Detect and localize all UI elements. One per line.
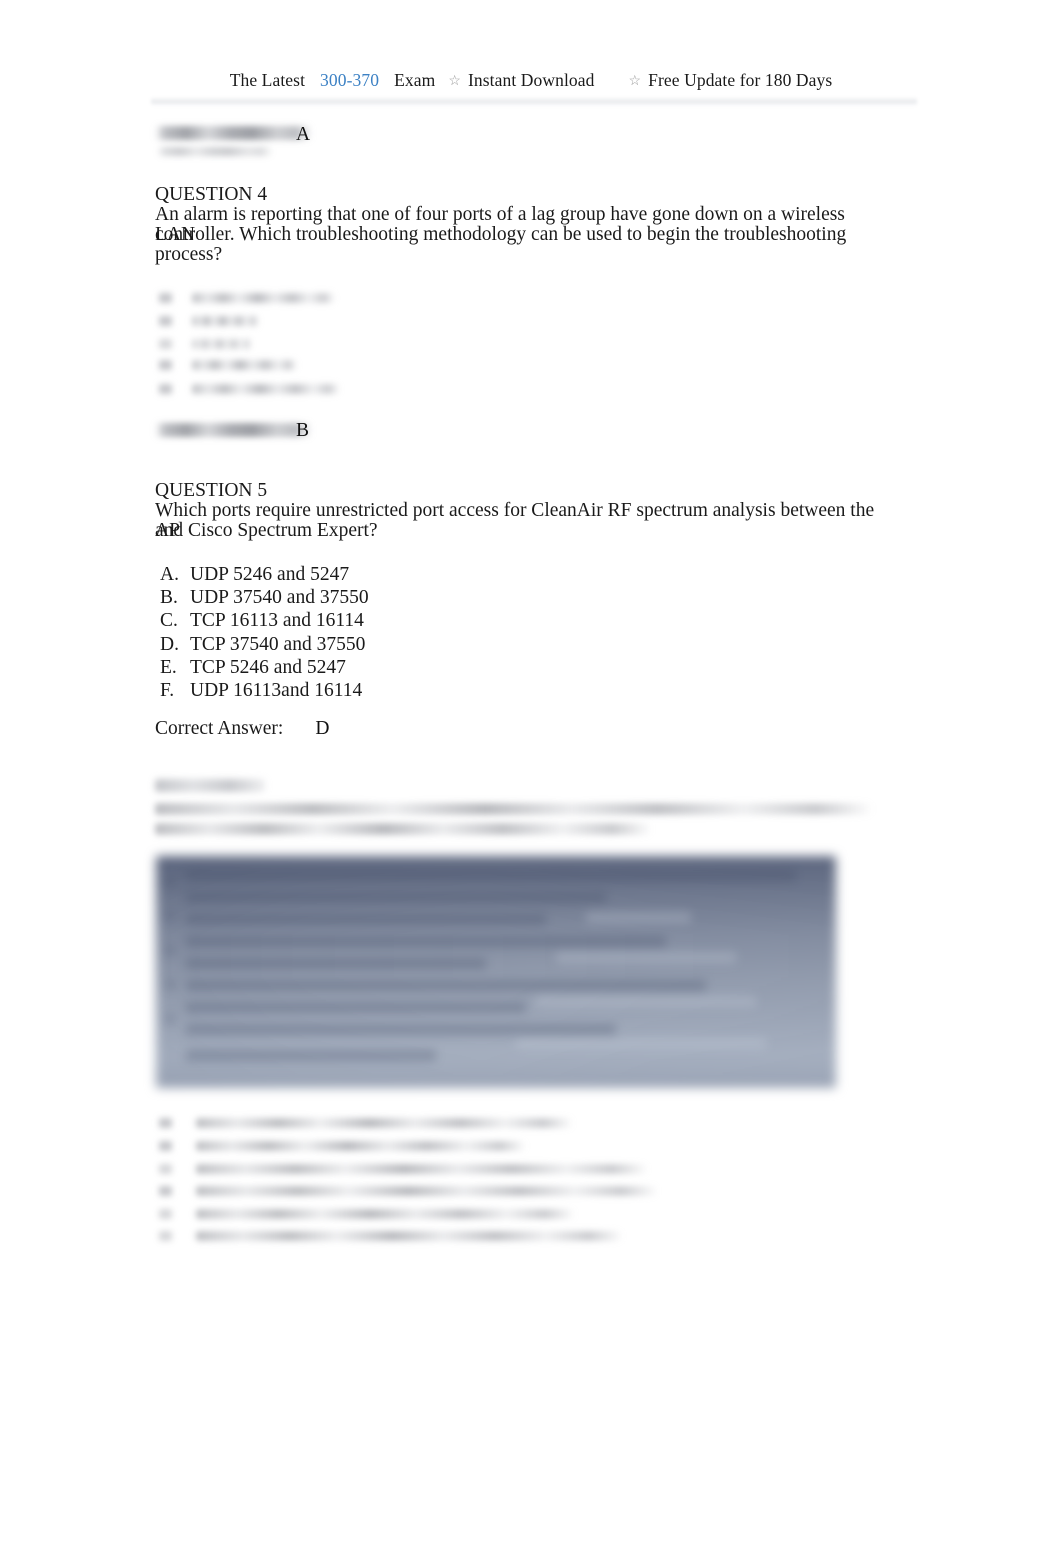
option-c[interactable]: C. TCP 16113 and 16114 [160, 609, 369, 632]
exhibit-gutter-mark [166, 946, 175, 955]
option-text-redacted [192, 360, 297, 370]
correct-answer-q5: Correct Answer: D [155, 718, 329, 740]
exhibit-gutter-mark [166, 878, 175, 887]
option-text-redacted [196, 1141, 526, 1151]
question-4-body-line-2: controller. Which troubleshooting method… [155, 224, 847, 245]
option-letter-redacted [159, 1141, 172, 1151]
exhibit-row [186, 892, 606, 903]
option-b-text: UDP 37540 and 37550 [190, 587, 369, 609]
option-text-redacted [192, 316, 259, 326]
exhibit-row [186, 958, 486, 969]
option-letter-redacted [159, 360, 172, 370]
question-5-body-line-2: and Cisco Spectrum Expert? [155, 520, 378, 541]
option-a-letter: A. [160, 564, 179, 585]
document-page: The Latest 300-370 Exam ☆ Instant Downlo… [0, 0, 1062, 1561]
exhibit-row [556, 952, 736, 963]
correct-answer-smear-tail-top [157, 147, 273, 156]
header-exam-code-link[interactable]: 300-370 [320, 70, 379, 91]
option-d-letter: D. [160, 633, 179, 655]
option-text-redacted [196, 1118, 573, 1128]
exhibit-gutter-mark [166, 980, 175, 989]
option-f[interactable]: F. UDP 16113and 16114 [160, 679, 369, 702]
star-icon: ☆ [628, 74, 642, 89]
option-a-text: UDP 5246 and 5247 [190, 564, 350, 585]
exhibit-row [186, 936, 666, 947]
header-exam-label: Exam [394, 70, 436, 90]
exhibit-row [186, 1050, 436, 1061]
option-letter-redacted [159, 293, 172, 303]
header-instant-download-label: Instant Download [467, 70, 595, 90]
question-4-body-line-3: process? [155, 244, 223, 265]
header-latest-label: The Latest [229, 70, 306, 90]
option-text-redacted [196, 1164, 648, 1174]
option-letter-redacted [159, 1186, 172, 1196]
exhibit-row [186, 1002, 526, 1013]
exhibit-row [516, 1038, 766, 1049]
correct-answer-value-q5: D [315, 718, 330, 739]
header-free-update-label: Free Update for 180 Days [648, 70, 833, 90]
option-f-text: UDP 16113and 16114 [190, 680, 363, 702]
option-text-redacted [196, 1209, 575, 1219]
question-5-option-list: A. UDP 5246 and 5247 B. UDP 37540 and 37… [160, 563, 369, 702]
option-c-text: TCP 16113 and 16114 [190, 610, 364, 632]
option-d-text: TCP 37540 and 37550 [190, 633, 366, 655]
exhibit-row [186, 1024, 616, 1035]
option-text-redacted [196, 1231, 623, 1241]
option-letter-redacted [159, 1209, 172, 1219]
question-5-number: QUESTION 5 [155, 480, 268, 501]
exhibit-row [186, 914, 546, 925]
correct-answer-label-redacted-top [155, 126, 312, 140]
exhibit-row [536, 996, 756, 1007]
option-b-letter: B. [160, 587, 178, 609]
option-a[interactable]: A. UDP 5246 and 5247 [160, 563, 369, 586]
option-f-letter: F. [160, 680, 175, 702]
option-e[interactable]: E. TCP 5246 and 5247 [160, 656, 369, 679]
option-text-redacted [192, 339, 252, 349]
correct-answer-label-redacted-q4 [155, 423, 312, 437]
correct-answer-label-q5: Correct Answer: [155, 718, 284, 739]
exhibit-gutter-mark [166, 912, 175, 921]
option-letter-redacted [159, 339, 172, 349]
option-text-redacted [196, 1186, 658, 1196]
option-e-text: TCP 5246 and 5247 [190, 656, 346, 678]
option-c-letter: C. [160, 610, 178, 632]
page-header-banner: The Latest 300-370 Exam ☆ Instant Downlo… [0, 70, 1062, 100]
option-text-redacted [192, 384, 340, 394]
question-6-exhibit-image [152, 852, 840, 1092]
option-b[interactable]: B. UDP 37540 and 37550 [160, 586, 369, 609]
correct-answer-value-q4: B [296, 420, 310, 441]
option-letter-redacted [159, 1164, 172, 1174]
option-e-letter: E. [160, 656, 177, 678]
correct-answer-q4: B [296, 420, 309, 442]
header-divider [151, 97, 917, 106]
option-text-redacted [192, 293, 335, 303]
option-d[interactable]: D. TCP 37540 and 37550 [160, 633, 369, 656]
option-letter-redacted [159, 384, 172, 394]
question-6-body-line-1-redacted [155, 803, 873, 815]
question-6-number-redacted [155, 779, 265, 792]
exhibit-row [186, 980, 706, 991]
correct-answer-top: A [296, 124, 310, 146]
question-4-number: QUESTION 4 [155, 184, 268, 205]
option-letter-redacted [159, 1231, 172, 1241]
exhibit-row [186, 870, 796, 881]
exhibit-row [586, 912, 691, 923]
question-6-body-line-2-redacted [155, 823, 652, 835]
option-letter-redacted [159, 1118, 172, 1128]
correct-answer-value-top: A [296, 124, 311, 145]
star-icon: ☆ [448, 74, 461, 89]
exhibit-text-rows [156, 856, 836, 1088]
exhibit-gutter-mark [166, 1014, 175, 1023]
option-letter-redacted [159, 316, 172, 326]
